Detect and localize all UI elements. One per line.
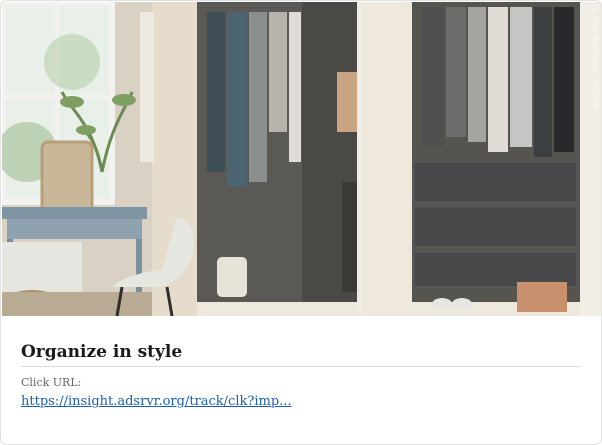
click-url-link[interactable]: https://insight.adsrvr.org/track/clk?imp… (21, 394, 292, 409)
copyright-notice: © Inter IKEA Systems B.V. 2025 (591, 8, 598, 111)
wardrobe-illustration (2, 2, 601, 316)
ad-title[interactable]: Organize in style (21, 327, 581, 367)
ad-body: Organize in style Click URL: https://ins… (21, 327, 581, 409)
ad-card: © Inter IKEA Systems B.V. 2025 Organize … (0, 0, 602, 445)
ad-hero-image[interactable]: © Inter IKEA Systems B.V. 2025 (2, 2, 601, 316)
click-url-label: Click URL: (21, 376, 82, 389)
